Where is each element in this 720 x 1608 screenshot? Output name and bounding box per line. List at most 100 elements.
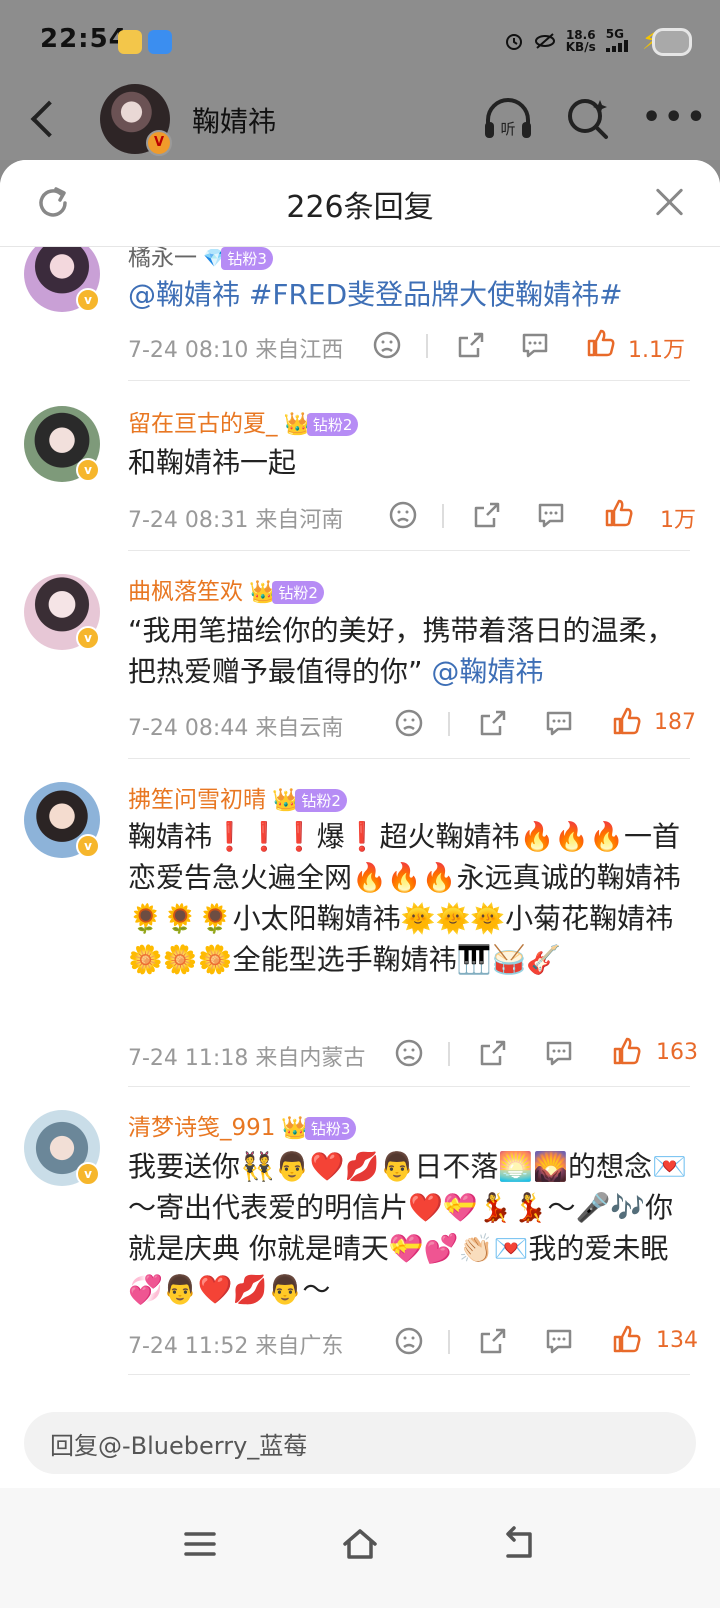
verified-badge-icon: v	[76, 1162, 100, 1186]
fan-badge: 钻粉3	[304, 1117, 357, 1140]
share-icon[interactable]	[472, 500, 502, 530]
dislike-face-icon[interactable]	[394, 1038, 424, 1068]
reply-placeholder: 回复@-Blueberry_蓝莓	[50, 1432, 308, 1460]
comment-meta: 7-24 11:52 来自广东	[128, 1328, 343, 1360]
network-type: 5G	[605, 27, 632, 54]
fan-badge: 钻粉2	[295, 789, 347, 812]
speed-unit: KB/s	[565, 40, 596, 54]
system-nav-bar	[0, 1488, 720, 1608]
comment-time: 7-24 08:10	[128, 338, 249, 363]
share-icon[interactable]	[478, 1038, 508, 1068]
divider	[448, 1330, 450, 1354]
more-dots-icon[interactable]: •••	[642, 103, 709, 133]
thumb-up-icon[interactable]	[604, 498, 634, 528]
comment-location: 来自云南	[255, 716, 344, 741]
dislike-face-icon[interactable]	[394, 708, 424, 738]
thumb-up-icon[interactable]	[586, 328, 616, 358]
comment-text[interactable]: @鞠婧祎 #FRED斐登品牌大使鞠婧祎#	[128, 278, 623, 311]
fan-badge: 钻粉2	[306, 413, 359, 436]
weibo-app-icon	[118, 30, 142, 54]
comment-location: 来自广东	[255, 1334, 344, 1359]
fan-badge: 钻粉2	[272, 581, 324, 604]
username[interactable]: 橘永一	[128, 245, 197, 271]
divider	[128, 380, 690, 381]
panel-title: 226条回复	[286, 190, 434, 225]
comment-text[interactable]: 我要送你👯👨❤️💋👨日不落🌅🌄的想念💌～寄出代表爱的明信片❤️💝💃💃～🎤🎶你就是…	[128, 1146, 688, 1310]
divider	[128, 550, 690, 551]
verified-badge-icon: V	[146, 130, 172, 156]
share-icon[interactable]	[478, 1326, 508, 1356]
listen-headphones-icon[interactable]: 听	[482, 96, 534, 140]
status-bar: 22:54 18.6 KB/s 5G ⚡	[0, 0, 720, 82]
thumb-up-icon[interactable]	[612, 706, 642, 736]
fan-badge: 钻粉3	[221, 247, 273, 270]
divider	[448, 712, 450, 736]
comment-icon[interactable]	[536, 500, 566, 530]
comment-text[interactable]: 鞠婧祎❗❗❗爆❗超火鞠婧祎🔥🔥🔥一首恋爱告急火遍全网🔥🔥🔥永远真诚的鞠婧祎🌻🌻🌻…	[128, 816, 688, 980]
search-sparkle-icon[interactable]	[566, 96, 610, 140]
comment-icon[interactable]	[544, 708, 574, 738]
comment-text[interactable]: 和鞠婧祎一起	[128, 442, 688, 483]
divider	[128, 758, 690, 759]
divider	[442, 504, 444, 528]
menu-icon[interactable]	[180, 1524, 220, 1564]
verified-badge-icon: v	[76, 834, 100, 858]
back-icon[interactable]	[500, 1524, 540, 1564]
app-notification-icon	[148, 30, 172, 54]
mention-link[interactable]: @鞠婧祎	[431, 655, 543, 688]
comment-location: 来自内蒙古	[255, 1046, 366, 1071]
divider	[128, 1086, 690, 1087]
comment-time: 7-24 11:52	[128, 1334, 249, 1359]
comment-icon[interactable]	[544, 1326, 574, 1356]
comment-icon[interactable]	[520, 330, 550, 360]
home-icon[interactable]	[340, 1524, 380, 1564]
comment-meta: 7-24 08:31 来自河南	[128, 502, 343, 534]
thumb-up-icon[interactable]	[612, 1036, 642, 1066]
verified-badge-icon: v	[76, 626, 100, 650]
divider	[426, 334, 428, 358]
like-count: 1万	[660, 508, 696, 533]
divider	[128, 1374, 690, 1375]
comment-meta: 7-24 08:10 来自江西	[128, 332, 343, 364]
divider	[448, 1042, 450, 1066]
comment-meta: 7-24 11:18 来自内蒙古	[128, 1040, 365, 1072]
back-arrow-icon[interactable]	[28, 98, 58, 138]
comment-meta: 7-24 08:44 来自云南	[128, 710, 343, 742]
username[interactable]: 曲枫落笙欢	[128, 579, 243, 605]
panel-header: 226条回复	[0, 160, 720, 247]
dislike-face-icon[interactable]	[388, 500, 418, 530]
thumb-up-icon[interactable]	[612, 1324, 642, 1354]
reply-input[interactable]: 回复@-Blueberry_蓝莓	[24, 1412, 696, 1474]
eye-off-icon	[534, 33, 555, 49]
signal-icon	[605, 40, 628, 52]
username[interactable]: 清梦诗笺_991	[128, 1115, 275, 1141]
like-count: 1.1万	[628, 338, 685, 363]
like-count: 134	[656, 1328, 698, 1353]
comment-location: 来自江西	[255, 338, 344, 363]
network-label: 5G	[605, 27, 624, 41]
share-icon[interactable]	[456, 330, 486, 360]
comment-icon[interactable]	[544, 1038, 574, 1068]
comment-time: 7-24 08:31	[128, 508, 249, 533]
network-speed: 18.6 KB/s	[566, 29, 596, 53]
reply-panel: 226条回复 v 橘永一 💎 钻粉3 @鞠婧祎 #FRED斐登品牌大使鞠婧祎# 7-…	[0, 160, 720, 1608]
dislike-face-icon[interactable]	[372, 330, 402, 360]
battery-icon	[652, 28, 692, 56]
share-icon[interactable]	[478, 708, 508, 738]
verified-badge-icon: v	[76, 458, 100, 482]
svg-text:听: 听	[500, 120, 515, 138]
username[interactable]: 留在亘古的夏_	[128, 411, 278, 437]
comment-location: 来自河南	[255, 508, 344, 533]
status-time: 22:54	[40, 24, 128, 54]
comment-time: 7-24 08:44	[128, 716, 249, 741]
username[interactable]: 拂笙问雪初晴	[128, 787, 266, 813]
profile-header: V 鞠婧祎 听 •••	[0, 82, 720, 162]
verified-badge-icon: v	[76, 288, 100, 312]
close-icon[interactable]	[652, 184, 688, 220]
like-count: 163	[656, 1040, 698, 1065]
header-title: 鞠婧祎	[192, 105, 277, 138]
like-count: 187	[654, 710, 696, 735]
comment-text[interactable]: “我用笔描绘你的美好，携带着落日的温柔，把热爱赠予最值得的你”	[128, 614, 675, 688]
alarm-icon	[505, 34, 522, 50]
dislike-face-icon[interactable]	[394, 1326, 424, 1356]
